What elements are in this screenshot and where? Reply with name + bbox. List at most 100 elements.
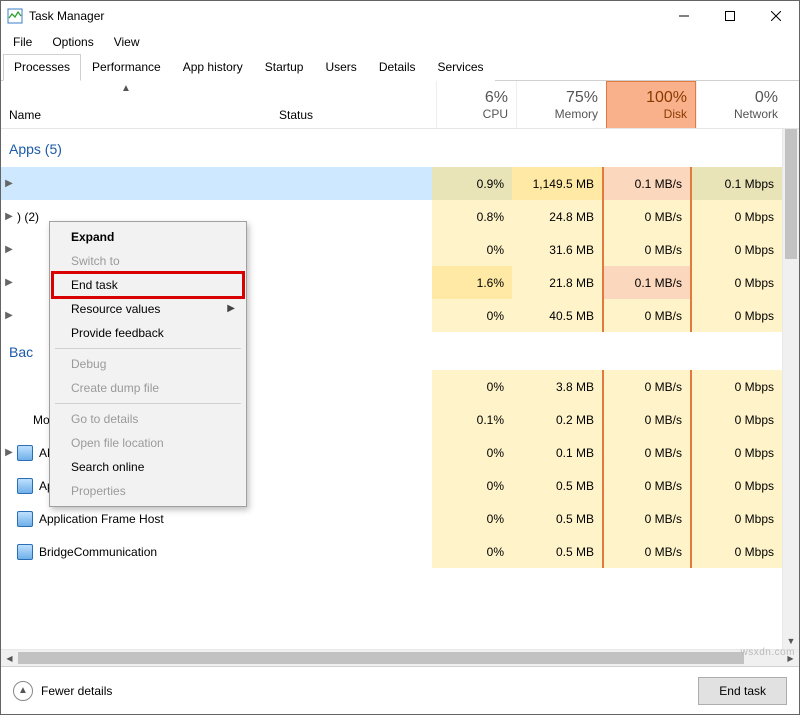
process-icon <box>17 511 33 527</box>
menu-view[interactable]: View <box>104 33 150 51</box>
process-name: ) (2) <box>17 210 39 224</box>
tab-services[interactable]: Services <box>427 54 495 81</box>
expand-icon[interactable]: ▶ <box>1 447 17 458</box>
cell-net: 0 Mbps <box>692 403 782 436</box>
cell-disk: 0 MB/s <box>602 370 692 403</box>
cell-mem: 31.6 MB <box>512 233 602 266</box>
menu-options[interactable]: Options <box>42 33 103 51</box>
minimize-button[interactable] <box>661 1 707 31</box>
maximize-button[interactable] <box>707 1 753 31</box>
cell-cpu: 0% <box>432 502 512 535</box>
tab-app-history[interactable]: App history <box>172 54 254 81</box>
ctx-resource-values[interactable]: Resource values▶ <box>53 297 243 321</box>
process-row[interactable]: ▶ 0.9% 1,149.5 MB 0.1 MB/s 0.1 Mbps <box>1 167 782 200</box>
task-manager-window: Task Manager File Options View Processes… <box>0 0 800 715</box>
cell-net: 0 Mbps <box>692 469 782 502</box>
cell-net: 0 Mbps <box>692 233 782 266</box>
cell-net: 0 Mbps <box>692 299 782 332</box>
cell-net: 0 Mbps <box>692 370 782 403</box>
ctx-search-online[interactable]: Search online <box>53 455 243 479</box>
fewer-details-button[interactable]: ▲ Fewer details <box>13 681 112 701</box>
ctx-open-file-location: Open file location <box>53 431 243 455</box>
scroll-thumb[interactable] <box>785 129 797 259</box>
cell-cpu: 0.8% <box>432 200 512 233</box>
col-network-label: Network <box>734 107 778 121</box>
process-icon <box>17 445 33 461</box>
cell-mem: 24.8 MB <box>512 200 602 233</box>
cell-cpu: 0% <box>432 370 512 403</box>
menu-separator <box>55 403 241 404</box>
cell-disk: 0 MB/s <box>602 436 692 469</box>
col-status-label: Status <box>279 108 313 122</box>
cell-mem: 0.5 MB <box>512 469 602 502</box>
memory-total-pct: 75% <box>566 89 598 107</box>
scroll-left-icon[interactable]: ◀ <box>1 654 18 663</box>
column-header: ▲ Name Status 6% CPU 75% Memory 100% Dis… <box>1 81 799 129</box>
tab-performance[interactable]: Performance <box>81 54 172 81</box>
expand-icon[interactable]: ▶ <box>1 211 17 222</box>
cell-mem: 0.1 MB <box>512 436 602 469</box>
tab-details[interactable]: Details <box>368 54 427 81</box>
process-name: BridgeCommunication <box>39 545 157 559</box>
end-task-button[interactable]: End task <box>698 677 787 705</box>
chevron-up-icon: ▲ <box>13 681 33 701</box>
sort-indicator-icon: ▲ <box>121 83 131 94</box>
menu-bar: File Options View <box>1 31 799 53</box>
expand-icon[interactable]: ▶ <box>1 310 17 321</box>
cell-disk: 0 MB/s <box>602 299 692 332</box>
context-menu: Expand Switch to End task Resource value… <box>49 221 247 507</box>
title-bar: Task Manager <box>1 1 799 31</box>
cell-disk: 0 MB/s <box>602 535 692 568</box>
cell-net: 0 Mbps <box>692 502 782 535</box>
scroll-right-icon[interactable]: ▶ <box>782 654 799 663</box>
scroll-down-icon[interactable]: ▼ <box>783 632 799 649</box>
ctx-switch-to: Switch to <box>53 249 243 273</box>
cell-disk: 0 MB/s <box>602 200 692 233</box>
menu-separator <box>55 348 241 349</box>
col-cpu[interactable]: 6% CPU <box>436 81 516 128</box>
cell-mem: 21.8 MB <box>512 266 602 299</box>
process-icon <box>17 478 33 494</box>
network-total-pct: 0% <box>755 89 778 107</box>
hscroll-thumb[interactable] <box>18 652 744 664</box>
process-row[interactable]: BridgeCommunication 0% 0.5 MB 0 MB/s 0 M… <box>1 535 782 568</box>
col-network[interactable]: 0% Network <box>696 81 786 128</box>
tab-users[interactable]: Users <box>314 54 367 81</box>
tab-startup[interactable]: Startup <box>254 54 315 81</box>
footer-bar: ▲ Fewer details End task <box>1 666 799 714</box>
ctx-properties: Properties <box>53 479 243 503</box>
cell-cpu: 0% <box>432 436 512 469</box>
col-memory-label: Memory <box>555 107 598 121</box>
menu-file[interactable]: File <box>3 33 42 51</box>
cpu-total-pct: 6% <box>485 89 508 107</box>
cell-net: 0 Mbps <box>692 266 782 299</box>
cell-disk: 0.1 MB/s <box>602 266 692 299</box>
cell-net: 0.1 Mbps <box>692 167 782 200</box>
col-status[interactable]: Status <box>279 81 389 128</box>
cell-cpu: 0% <box>432 469 512 502</box>
cell-mem: 40.5 MB <box>512 299 602 332</box>
expand-icon[interactable]: ▶ <box>1 178 17 189</box>
col-name-label: Name <box>9 108 279 122</box>
close-button[interactable] <box>753 1 799 31</box>
horizontal-scrollbar[interactable]: ◀ ▶ <box>1 649 799 666</box>
cell-net: 0 Mbps <box>692 535 782 568</box>
window-title: Task Manager <box>29 9 104 23</box>
col-name[interactable]: ▲ Name <box>1 81 279 128</box>
col-disk[interactable]: 100% Disk <box>606 81 696 128</box>
process-icon <box>17 544 33 560</box>
tab-strip: Processes Performance App history Startu… <box>1 53 799 81</box>
expand-icon[interactable]: ▶ <box>1 244 17 255</box>
ctx-create-dump: Create dump file <box>53 376 243 400</box>
disk-total-pct: 100% <box>646 89 687 107</box>
ctx-end-task[interactable]: End task <box>53 273 243 297</box>
ctx-expand[interactable]: Expand <box>53 225 243 249</box>
cell-mem: 0.5 MB <box>512 535 602 568</box>
expand-icon[interactable]: ▶ <box>1 277 17 288</box>
ctx-provide-feedback[interactable]: Provide feedback <box>53 321 243 345</box>
vertical-scrollbar[interactable]: ▲ ▼ <box>782 129 799 649</box>
cell-mem: 0.2 MB <box>512 403 602 436</box>
col-memory[interactable]: 75% Memory <box>516 81 606 128</box>
cell-cpu: 0% <box>432 233 512 266</box>
tab-processes[interactable]: Processes <box>3 54 81 81</box>
